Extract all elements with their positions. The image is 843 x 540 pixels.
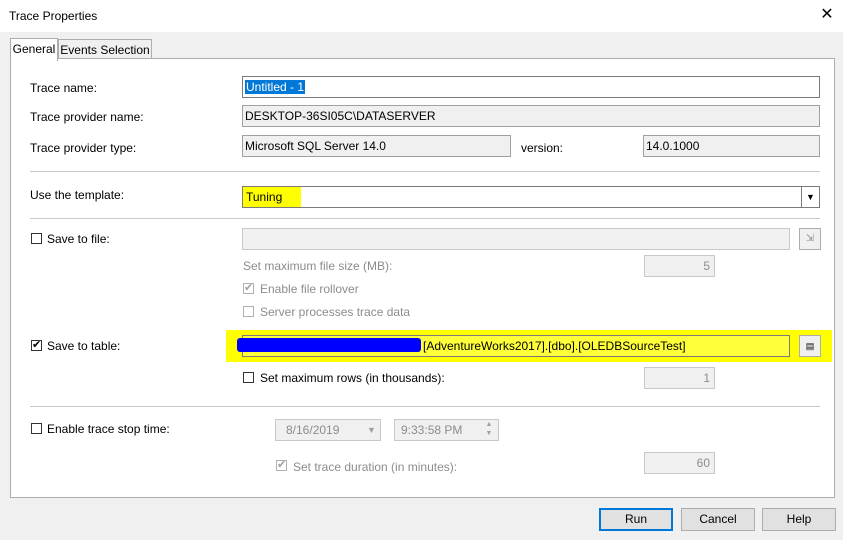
trace-duration-field: 60: [644, 452, 715, 474]
save-to-file-label: Save to file:: [47, 232, 110, 246]
title-bar: [0, 0, 843, 32]
spinner-icon: ▲ ▼: [485, 421, 493, 437]
version-field: 14.0.1000: [643, 135, 820, 157]
provider-type-field: Microsoft SQL Server 14.0: [242, 135, 511, 157]
close-icon[interactable]: ✕: [818, 5, 836, 25]
separator: [30, 218, 820, 219]
enable-rollover-label: Enable file rollover: [260, 282, 359, 296]
trace-duration-label: Set trace duration (in minutes):: [293, 460, 458, 474]
stop-time-label: Enable trace stop time:: [47, 422, 170, 436]
tab-events-selection[interactable]: Events Selection: [58, 39, 152, 60]
redacted-server-name: [237, 338, 421, 352]
template-selected-value: Tuning: [243, 187, 301, 207]
tab-general[interactable]: General: [10, 38, 58, 61]
cancel-button[interactable]: Cancel: [681, 508, 755, 531]
stop-date-value: 8/16/2019: [286, 423, 340, 437]
trace-name-selected-text: Untitled - 1: [245, 80, 306, 94]
separator: [30, 406, 820, 407]
stop-time-checkbox[interactable]: [31, 423, 42, 434]
chevron-down-icon[interactable]: ▼: [801, 187, 819, 207]
provider-type-label: Trace provider type:: [30, 141, 137, 155]
max-rows-checkbox[interactable]: [243, 372, 254, 383]
provider-name-field: DESKTOP-36SI05C\DATASERVER: [242, 105, 820, 127]
stop-time-value: 9:33:58 PM: [401, 423, 463, 437]
provider-name-label: Trace provider name:: [30, 110, 144, 124]
max-rows-label: Set maximum rows (in thousands):: [260, 371, 445, 385]
trace-duration-checkbox: ✔: [276, 459, 287, 471]
save-to-table-checkbox[interactable]: ✔: [31, 340, 42, 351]
max-file-size-field: 5: [644, 255, 715, 277]
server-processes-checkbox: [243, 306, 254, 317]
browse-file-icon: ⇲: [799, 228, 821, 250]
run-button[interactable]: Run: [599, 508, 673, 531]
save-to-table-label: Save to table:: [47, 339, 121, 353]
max-rows-field: 1: [644, 367, 715, 389]
template-dropdown[interactable]: Tuning ▼: [242, 186, 820, 208]
chevron-down-icon: ▼: [367, 425, 376, 435]
max-file-size-label: Set maximum file size (MB):: [243, 259, 393, 273]
server-processes-label: Server processes trace data: [260, 305, 411, 319]
stop-time-picker: 9:33:58 PM ▲ ▼: [394, 419, 499, 441]
window-title: Trace Properties: [9, 9, 98, 23]
trace-name-input[interactable]: Untitled - 1: [242, 76, 820, 98]
help-button[interactable]: Help: [762, 508, 836, 531]
version-label: version:: [521, 141, 564, 155]
template-label: Use the template:: [30, 188, 125, 202]
save-to-file-path: [242, 228, 790, 250]
stop-date-picker: 8/16/2019 ▼: [275, 419, 381, 441]
enable-rollover-checkbox: ✔: [243, 282, 254, 294]
table-browse-icon[interactable]: ▤: [799, 335, 821, 357]
save-to-file-checkbox[interactable]: [31, 233, 42, 244]
trace-name-label: Trace name:: [30, 81, 97, 95]
separator: [30, 171, 820, 172]
